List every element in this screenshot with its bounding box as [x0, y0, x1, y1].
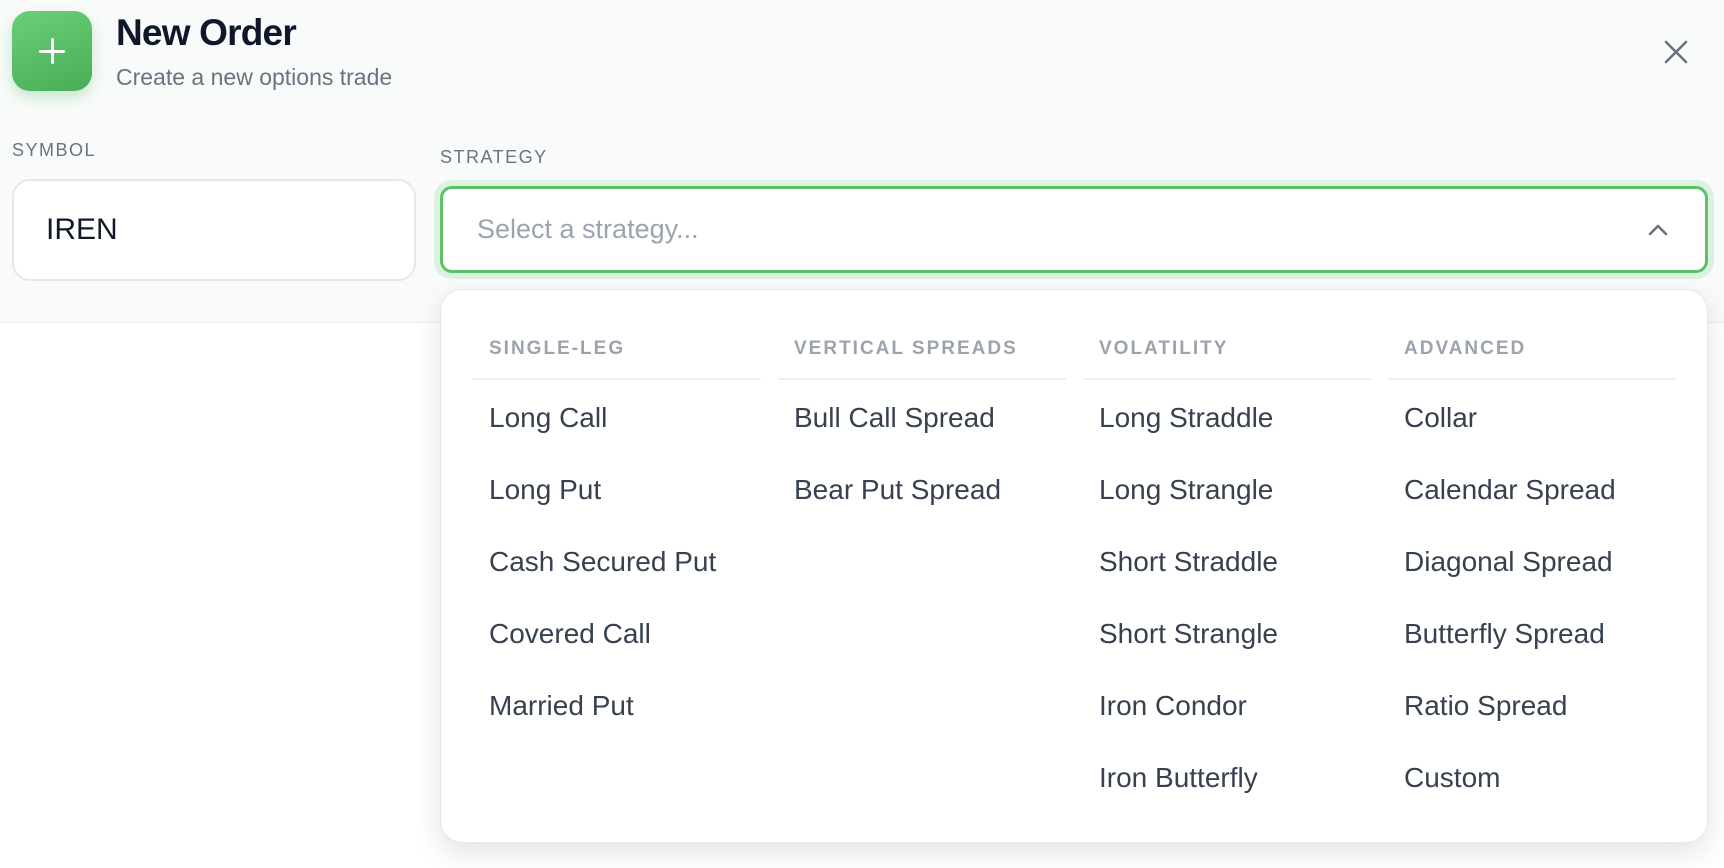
- option-collar[interactable]: Collar: [1404, 402, 1477, 434]
- option-long-put[interactable]: Long Put: [489, 474, 601, 506]
- strategy-label: STRATEGY: [440, 147, 548, 167]
- plus-icon: [12, 11, 92, 91]
- option-custom[interactable]: Custom: [1404, 762, 1500, 794]
- strategy-dropdown: SINGLE-LEG Long Call Long Put Cash Secur…: [440, 289, 1708, 843]
- option-bear-put-spread[interactable]: Bear Put Spread: [794, 474, 1001, 506]
- close-icon: [1664, 40, 1688, 64]
- strategy-placeholder: Select a strategy...: [477, 214, 699, 244]
- option-short-straddle[interactable]: Short Straddle: [1099, 546, 1278, 578]
- option-calendar-spread[interactable]: Calendar Spread: [1404, 474, 1616, 506]
- option-short-strangle[interactable]: Short Strangle: [1099, 618, 1278, 650]
- option-long-straddle[interactable]: Long Straddle: [1099, 402, 1273, 434]
- option-ratio-spread[interactable]: Ratio Spread: [1404, 690, 1567, 722]
- option-iron-condor[interactable]: Iron Condor: [1099, 690, 1247, 722]
- option-long-call[interactable]: Long Call: [489, 402, 607, 434]
- chevron-up-icon: [1648, 224, 1668, 236]
- symbol-value: IREN: [46, 213, 118, 246]
- column-heading: ADVANCED: [1388, 338, 1676, 380]
- column-heading: VOLATILITY: [1083, 338, 1371, 380]
- option-long-strangle[interactable]: Long Strangle: [1099, 474, 1273, 506]
- strategy-select[interactable]: Select a strategy...: [440, 186, 1708, 273]
- option-diagonal-spread[interactable]: Diagonal Spread: [1404, 546, 1613, 578]
- page-subtitle: Create a new options trade: [116, 64, 393, 90]
- symbol-input[interactable]: IREN: [12, 179, 416, 281]
- option-iron-butterfly[interactable]: Iron Butterfly: [1099, 762, 1258, 794]
- option-covered-call[interactable]: Covered Call: [489, 618, 651, 650]
- page-title: New Order: [116, 12, 297, 53]
- symbol-label: SYMBOL: [12, 140, 97, 160]
- option-bull-call-spread[interactable]: Bull Call Spread: [794, 402, 995, 434]
- option-butterfly-spread[interactable]: Butterfly Spread: [1404, 618, 1605, 650]
- column-heading: VERTICAL SPREADS: [778, 338, 1066, 380]
- new-order-panel: New Order Create a new options trade SYM…: [0, 0, 1724, 868]
- close-button[interactable]: [1656, 32, 1696, 72]
- option-cash-secured-put[interactable]: Cash Secured Put: [489, 546, 716, 578]
- column-heading: SINGLE-LEG: [473, 338, 761, 380]
- option-married-put[interactable]: Married Put: [489, 690, 634, 722]
